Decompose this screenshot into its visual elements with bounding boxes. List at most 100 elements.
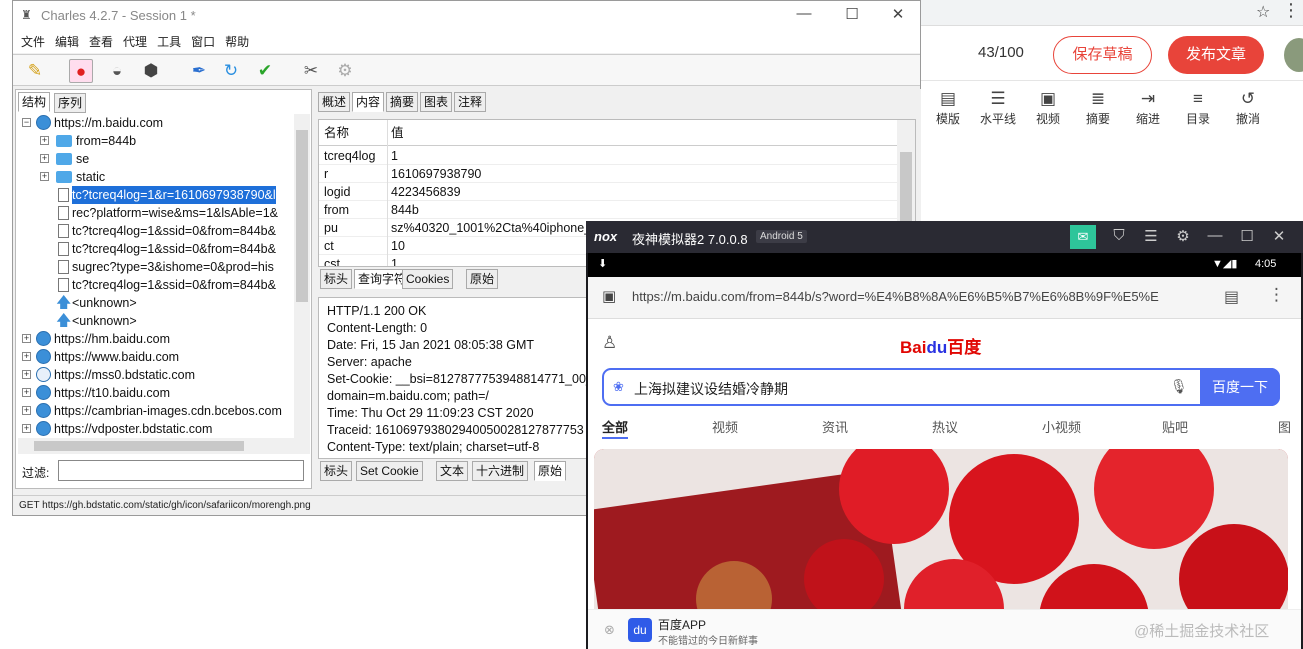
close-banner-icon[interactable]: ⊗ [604,622,615,638]
tab-request-2[interactable]: Cookies [402,269,454,289]
table-row[interactable]: r 1610697938790 [319,165,897,183]
tab-注释[interactable]: 注释 [454,92,487,112]
tool-template[interactable]: ▤ 模版 [926,88,970,127]
search-input[interactable]: 上海拟建议设结婚冷静期 [634,379,788,399]
repeat-refresh-icon[interactable]: ↻ [219,59,243,83]
throttle-turtle-icon[interactable]: ◒ [105,59,129,83]
menu-item[interactable]: 文件 [19,31,47,53]
settings-gear-icon[interactable]: ⚙ [333,59,357,83]
tree-item[interactable]: + https://hm.baidu.com [18,330,294,348]
tab-图表[interactable]: 图表 [420,92,453,112]
baidu-logo[interactable]: Baidu百度 [900,333,981,358]
tree-item[interactable]: 🡅 <unknown> [18,312,294,330]
tree-item[interactable]: sugrec?type=3&ishome=0&prod=his [18,258,294,276]
tool-video[interactable]: ▣ 视频 [1026,88,1070,127]
tabs-icon[interactable]: ▤ [1224,287,1239,307]
minimize-icon[interactable]: — [789,5,819,22]
horizontal-scrollbar[interactable] [18,438,310,454]
expand-toggle-icon[interactable]: + [22,352,31,361]
tab-内容[interactable]: 内容 [352,92,385,112]
tab-概述[interactable]: 概述 [318,92,351,112]
menu-item[interactable]: 编辑 [53,31,81,53]
apk-install-icon[interactable]: ✉ [1070,225,1096,249]
close-icon[interactable]: ✕ [883,5,913,23]
vertical-scrollbar[interactable] [294,114,310,438]
tool-indent[interactable]: ⇥ 缩进 [1126,88,1170,127]
user-icon[interactable]: ♙ [602,333,617,353]
column-header-name[interactable]: 名称 [324,120,349,146]
tree-item[interactable]: tc?tcreq4log=1&ssid=0&from=844b& [18,222,294,240]
publish-button[interactable]: 发布文章 [1168,36,1264,74]
expand-toggle-icon[interactable]: + [22,370,31,379]
tab-response-4[interactable]: 原始 [534,461,567,481]
tree-item[interactable]: + https://cambrian-images.cdn.bcebos.com [18,402,294,420]
save-draft-button[interactable]: 保存草稿 [1053,36,1152,74]
expand-toggle-icon[interactable]: + [40,136,49,145]
expand-toggle-icon[interactable]: + [40,172,49,181]
tree-item[interactable]: + se [18,150,294,168]
record-icon[interactable]: ● [69,59,93,83]
menu-icon[interactable]: ☰ [1140,227,1162,245]
tools-icon[interactable]: ✂ [299,59,323,83]
tree-item[interactable]: + https://vdposter.bdstatic.com [18,420,294,438]
tree-item[interactable]: − https://m.baidu.com [18,114,294,132]
menu-item[interactable]: 查看 [87,31,115,53]
compose-pen-icon[interactable]: ✒ [187,59,211,83]
tree-item[interactable]: + https://t10.baidu.com [18,384,294,402]
url-bar[interactable]: https://m.baidu.com/from=844b/s?word=%E4… [632,289,1222,304]
tab-request-3[interactable]: 原始 [466,269,499,289]
expand-toggle-icon[interactable]: − [22,118,31,127]
tree-item[interactable]: tc?tcreq4log=1&ssid=0&from=844b& [18,240,294,258]
avatar[interactable] [1284,38,1303,72]
tab-response-0[interactable]: 标头 [320,461,353,481]
nav-tab[interactable]: 贴吧 [1162,417,1188,436]
minimize-icon[interactable]: — [1204,227,1226,244]
tool-undo[interactable]: ↺ 撤消 [1226,88,1270,127]
more-menu-icon[interactable]: ⋮ [1282,0,1300,21]
nav-tab[interactable]: 全部 [602,417,628,436]
tool-summary[interactable]: ≣ 摘要 [1076,88,1120,127]
tree-item[interactable]: tc?tcreq4log=1&r=1610697938790&l [18,186,294,204]
tab-response-1[interactable]: Set Cookie [356,461,423,481]
maximize-icon[interactable]: ☐ [1236,227,1258,245]
expand-toggle-icon[interactable]: + [22,406,31,415]
filter-input[interactable] [58,460,304,481]
expand-toggle-icon[interactable]: + [22,334,31,343]
tree-item[interactable]: + https://www.baidu.com [18,348,294,366]
table-row[interactable]: from 844b [319,201,897,219]
menu-item[interactable]: 代理 [121,31,149,53]
column-header-value[interactable]: 值 [391,120,404,146]
breakpoint-hexagon-icon[interactable]: ⬢ [139,59,163,83]
nav-tab[interactable]: 小视频 [1042,417,1081,436]
shirt-skin-icon[interactable]: ⛉ [1108,227,1130,244]
expand-toggle-icon[interactable]: + [22,424,31,433]
tree-item[interactable]: tc?tcreq4log=1&ssid=0&from=844b& [18,276,294,294]
menu-item[interactable]: 帮助 [223,31,251,53]
validate-check-icon[interactable]: ✔ [253,59,277,83]
tree-item[interactable]: + https://mss0.bdstatic.com [18,366,294,384]
broom-clear-icon[interactable]: ✎ [23,59,47,83]
search-box[interactable]: ❀ 上海拟建议设结婚冷静期 🎙 百度一下 [602,368,1280,406]
mic-icon[interactable]: 🎙 [1170,378,1188,395]
nav-tab[interactable]: 资讯 [822,417,848,436]
expand-toggle-icon[interactable]: + [22,388,31,397]
expand-toggle-icon[interactable]: + [40,154,49,163]
overflow-menu-icon[interactable]: ⋮ [1268,285,1285,305]
maximize-icon[interactable]: ☐ [837,5,867,23]
tab-response-2[interactable]: 文本 [436,461,469,481]
tool-toc[interactable]: ≡ 目录 [1176,88,1220,127]
table-row[interactable]: tcreq4log 1 [319,147,897,165]
tree-item[interactable]: rec?platform=wise&ms=1&lsAble=1& [18,204,294,222]
nav-tab[interactable]: 热议 [932,417,958,436]
tree-item[interactable]: + static [18,168,294,186]
tab-request-0[interactable]: 标头 [320,269,353,289]
app-download-banner[interactable]: ⊗ du 百度APP 不能错过的今日新鲜事 @稀土掘金技术社区 [588,609,1301,649]
tab-sequence[interactable]: 序列 [54,93,87,113]
close-icon[interactable]: ✕ [1268,227,1290,245]
settings-icon[interactable]: ⚙ [1172,227,1194,245]
bookmark-star-icon[interactable]: ☆ [1256,2,1270,22]
menu-item[interactable]: 工具 [155,31,183,53]
tab-response-3[interactable]: 十六进制 [472,461,529,481]
menu-item[interactable]: 窗口 [189,31,217,53]
tree-item[interactable]: + from=844b [18,132,294,150]
